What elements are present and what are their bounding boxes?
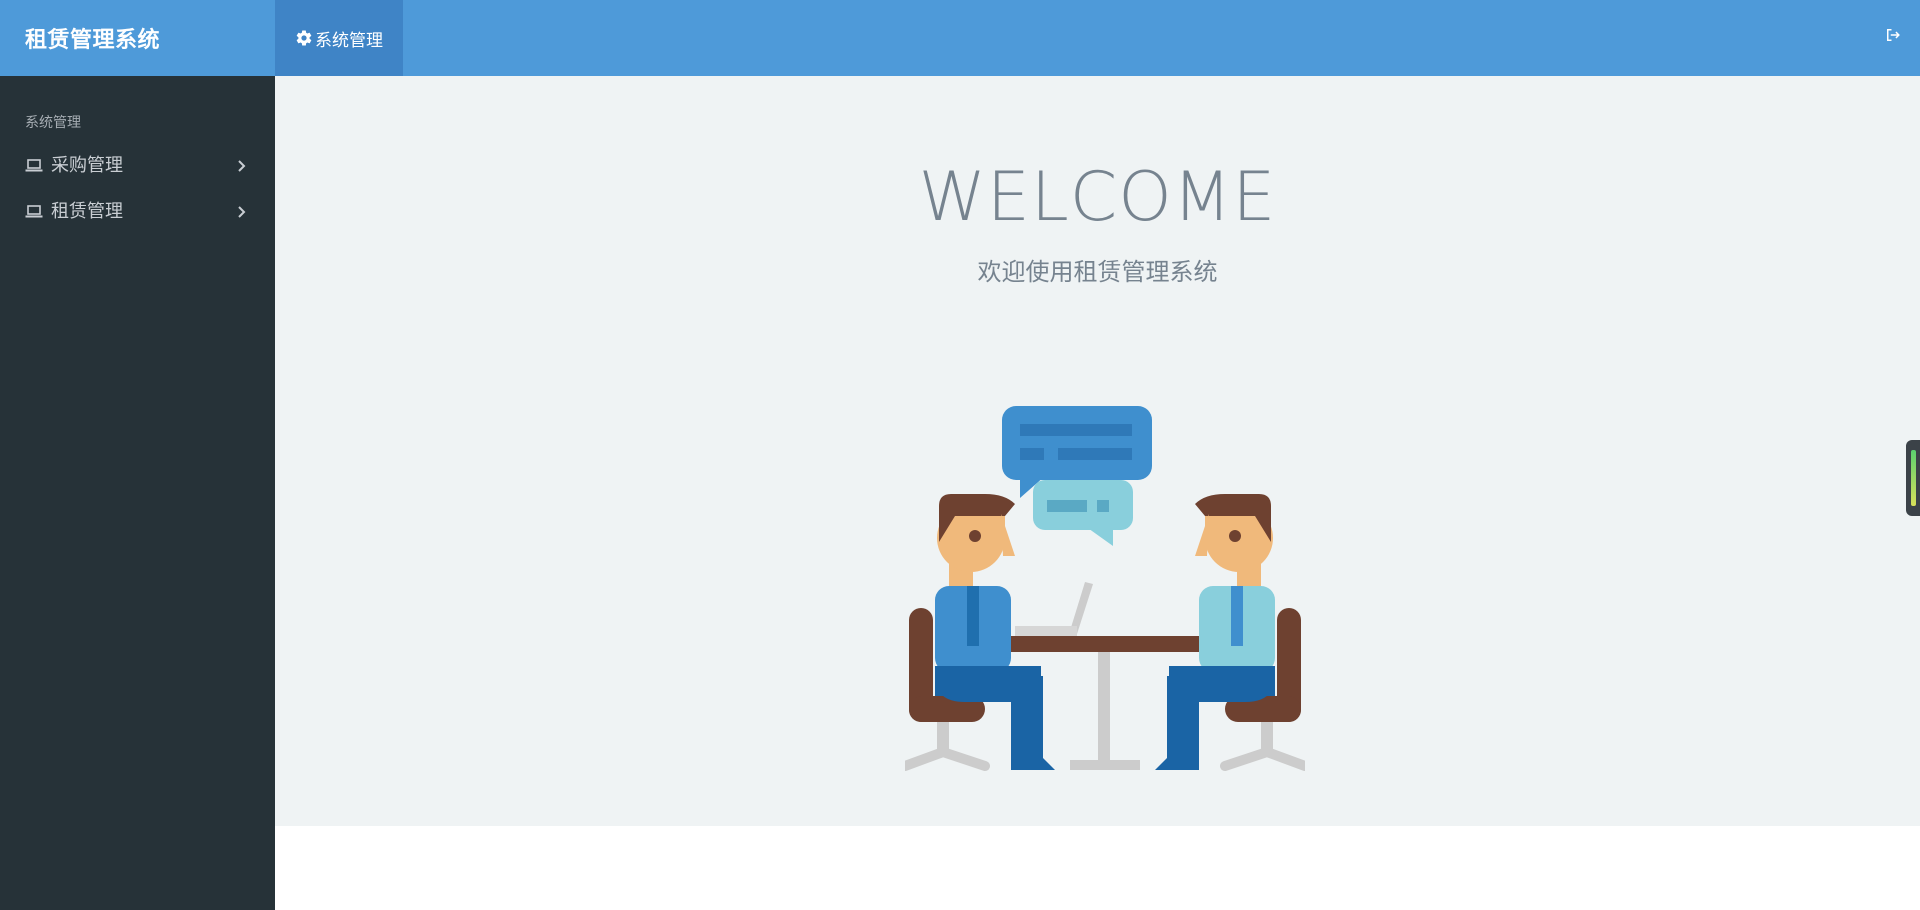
- laptop-icon: [25, 157, 43, 172]
- main-content: WELCOME 欢迎使用租赁管理系统: [275, 76, 1920, 826]
- chevron-right-icon: [237, 157, 247, 172]
- logout-icon[interactable]: [1884, 26, 1906, 48]
- welcome-subtitle: 欢迎使用租赁管理系统: [977, 258, 1218, 286]
- sidebar-heading: 系统管理: [25, 115, 81, 131]
- tab-system-management[interactable]: 系统管理: [275, 0, 403, 76]
- side-toolbar-widget[interactable]: [1906, 440, 1920, 516]
- sidebar-item-label: 采购管理: [51, 155, 123, 176]
- sidebar-item-rental[interactable]: 租赁管理: [0, 188, 275, 232]
- gear-icon: [295, 29, 313, 47]
- top-navbar: 租赁管理系统 系统管理: [0, 0, 1920, 76]
- app-title[interactable]: 租赁管理系统: [0, 0, 275, 76]
- footer-area: [275, 826, 1920, 910]
- meeting-illustration: [900, 406, 1310, 782]
- tab-label: 系统管理: [315, 30, 383, 51]
- welcome-heading: WELCOME: [918, 158, 1277, 237]
- sidebar-item-label: 租赁管理: [51, 201, 123, 222]
- laptop-icon: [25, 203, 43, 218]
- sidebar: 系统管理 采购管理 租赁管理: [0, 76, 275, 910]
- level-indicator: [1911, 450, 1916, 506]
- chevron-right-icon: [237, 203, 247, 218]
- sidebar-item-procurement[interactable]: 采购管理: [0, 142, 275, 186]
